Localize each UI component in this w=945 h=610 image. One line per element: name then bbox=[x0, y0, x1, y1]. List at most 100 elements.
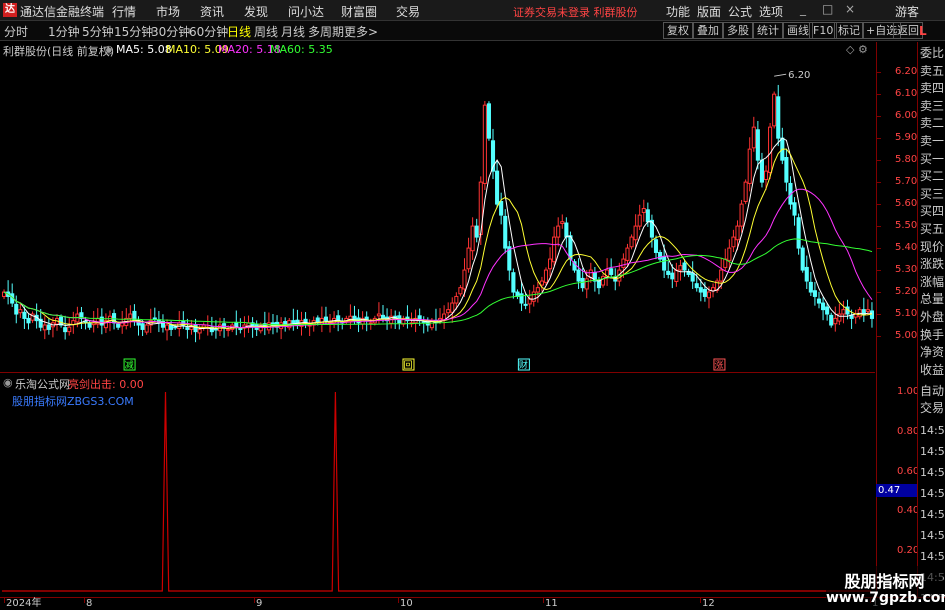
indicator-tick: 0.40 bbox=[897, 505, 920, 517]
price-tick: 5.10 bbox=[895, 308, 918, 320]
indicator-toggle-icon[interactable]: ◉ bbox=[3, 376, 13, 389]
candle bbox=[323, 316, 328, 322]
candle bbox=[796, 217, 801, 249]
menu-item-layout[interactable]: 版面 bbox=[697, 3, 721, 20]
candle bbox=[739, 203, 744, 227]
candle bbox=[67, 326, 72, 333]
price-tick-mark bbox=[877, 248, 881, 250]
period-tab-monthly[interactable]: 月线 bbox=[281, 23, 305, 40]
maximize-icon[interactable]: □ bbox=[822, 2, 833, 16]
side-field-label: 卖一 bbox=[920, 134, 945, 148]
price-tick: 6.20 bbox=[895, 66, 918, 78]
candle bbox=[596, 280, 602, 289]
candle bbox=[454, 295, 459, 304]
high-annotation: 6.20 bbox=[788, 70, 810, 81]
menu-item-wealth-circle[interactable]: 财富圈 bbox=[341, 3, 377, 20]
price-tick: 5.60 bbox=[895, 198, 918, 210]
time-tick: 10 bbox=[400, 598, 413, 609]
stats-button[interactable]: 统计 bbox=[753, 22, 783, 39]
candle bbox=[633, 225, 638, 241]
candle bbox=[539, 280, 544, 286]
period-tab-30min[interactable]: 30分钟 bbox=[151, 23, 190, 40]
indicator-tick: 1.00 bbox=[897, 386, 920, 397]
candle bbox=[291, 320, 296, 324]
candle bbox=[800, 247, 805, 271]
signal-marker: 财 bbox=[519, 359, 528, 371]
side-time: 14:56 bbox=[920, 508, 945, 521]
candle bbox=[185, 327, 190, 330]
time-tick-mark bbox=[254, 598, 255, 603]
price-axis: 6.20 6.10 6.00 5.90 5.80 5.70 5.60 5.50 5.40 5.30… bbox=[876, 42, 920, 597]
period-tab-daily[interactable]: 日线 bbox=[227, 23, 251, 40]
menu-item-functions[interactable]: 功能 bbox=[666, 3, 690, 20]
candle bbox=[189, 326, 194, 330]
period-tab-multi[interactable]: 多周期 bbox=[308, 23, 344, 40]
menu-item-formula[interactable]: 公式 bbox=[728, 3, 752, 20]
menu-item-trade[interactable]: 交易 bbox=[396, 3, 420, 20]
adjust-button[interactable]: 复权 bbox=[663, 22, 693, 39]
multi-stock-button[interactable]: 多股 bbox=[723, 22, 753, 39]
candle bbox=[63, 327, 68, 333]
candle bbox=[804, 266, 809, 282]
period-toolbar: 分时 1分钟 5分钟 15分钟 30分钟 60分钟 日线 周线 月线 多周期 更… bbox=[0, 21, 945, 41]
candle bbox=[556, 225, 561, 238]
candle bbox=[580, 277, 585, 289]
expand-icon[interactable]: ◉ bbox=[104, 43, 114, 56]
pane-divider[interactable] bbox=[0, 372, 875, 373]
settings-icon[interactable]: ⚙ bbox=[858, 43, 868, 56]
high-pointer bbox=[774, 73, 787, 77]
guest-label[interactable]: 游客 bbox=[895, 3, 919, 20]
candle bbox=[747, 148, 752, 184]
side-field-label: 外盘 bbox=[920, 310, 945, 324]
close-icon[interactable]: × bbox=[845, 2, 855, 16]
candle bbox=[543, 269, 549, 283]
candle bbox=[462, 269, 467, 290]
period-tab-5min[interactable]: 5分钟 bbox=[82, 23, 114, 40]
price-tick: 5.30 bbox=[895, 264, 918, 276]
menu-item-news[interactable]: 资讯 bbox=[200, 3, 224, 20]
side-field-label: 涨幅 bbox=[920, 274, 945, 289]
period-tab-weekly[interactable]: 周线 bbox=[254, 23, 278, 40]
diamond-icon[interactable]: ◇ bbox=[846, 43, 854, 56]
period-tab-15min[interactable]: 15分钟 bbox=[114, 23, 153, 40]
candle bbox=[727, 247, 732, 261]
period-tab-60min[interactable]: 60分钟 bbox=[189, 23, 228, 40]
time-tick: 9 bbox=[256, 598, 263, 609]
price-tick-mark bbox=[877, 160, 881, 162]
period-tab-more[interactable]: 更多> bbox=[344, 23, 378, 40]
menu-item-market[interactable]: 市场 bbox=[156, 3, 180, 20]
candle bbox=[523, 303, 528, 306]
candle bbox=[768, 126, 773, 173]
menu-item-discover[interactable]: 发现 bbox=[244, 3, 268, 20]
candle bbox=[637, 214, 642, 227]
candle bbox=[568, 235, 573, 260]
side-field-label: 现价 bbox=[920, 239, 945, 254]
minimize-icon[interactable]: _ bbox=[800, 2, 806, 16]
candle bbox=[690, 272, 695, 282]
candle bbox=[152, 317, 157, 320]
login-notice[interactable]: 证券交易未登录 利群股份 bbox=[513, 4, 638, 20]
mark-button[interactable]: 标记 bbox=[834, 22, 864, 39]
ma10-line bbox=[3, 148, 873, 329]
price-chart[interactable]: 6.204.88减回财涨 bbox=[0, 57, 876, 372]
side-time: 14:56 bbox=[920, 529, 945, 542]
menu-item-ask-xiaoda[interactable]: 问小达 bbox=[288, 3, 324, 20]
candle bbox=[164, 324, 170, 331]
period-tab-intraday[interactable]: 分时 bbox=[4, 23, 28, 40]
candle bbox=[825, 306, 830, 315]
ma60-label: MA60: 5.35 bbox=[270, 43, 333, 56]
menu-item-quotes[interactable]: 行情 bbox=[112, 3, 136, 20]
side-time: 14:56 bbox=[920, 487, 945, 500]
period-tab-1min[interactable]: 1分钟 bbox=[48, 23, 80, 40]
menu-item-options[interactable]: 选项 bbox=[759, 3, 783, 20]
side-field-label: 买四 bbox=[920, 204, 945, 219]
candle bbox=[495, 170, 500, 205]
candle bbox=[177, 322, 182, 330]
price-tick: 5.20 bbox=[895, 286, 918, 298]
candle bbox=[841, 309, 846, 315]
candle bbox=[759, 159, 764, 183]
candle bbox=[535, 287, 540, 293]
signal-marker: 回 bbox=[403, 360, 412, 371]
time-tick: 11 bbox=[545, 598, 558, 609]
overlay-button[interactable]: 叠加 bbox=[693, 22, 723, 39]
